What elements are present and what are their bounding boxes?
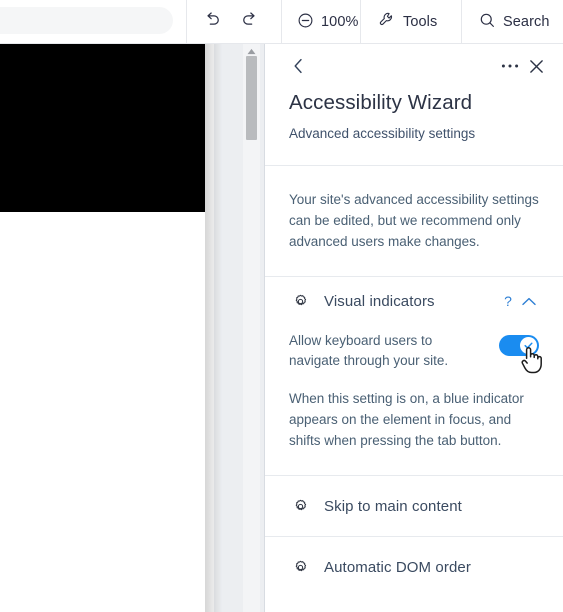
top-toolbar: 100% Tools Search <box>0 0 563 44</box>
section-header-automatic-dom-order[interactable]: Automatic DOM order <box>279 537 549 597</box>
zoom-out-button[interactable]: 100% <box>291 0 365 44</box>
omnibar-field[interactable] <box>0 7 173 34</box>
toggle-knob <box>520 337 537 354</box>
gear-icon <box>289 556 311 578</box>
tools-button[interactable]: Tools <box>372 0 443 44</box>
magnifier-icon <box>478 11 496 33</box>
section-title: Skip to main content <box>324 497 462 515</box>
panel-back-button[interactable] <box>287 55 309 77</box>
panel-title: Accessibility Wizard <box>289 91 473 114</box>
section-header-skip-to-main-content[interactable]: Skip to main content <box>279 476 549 536</box>
section-skip-to-main-content: Skip to main content <box>265 476 563 536</box>
chevron-up-icon[interactable] <box>517 289 541 313</box>
help-icon[interactable]: ? <box>499 293 517 309</box>
panel-close-button[interactable] <box>523 53 549 79</box>
zoom-control[interactable]: 100% <box>291 0 365 44</box>
redo-icon <box>240 10 260 34</box>
keyboard-navigation-label: Allow keyboard users to navigate through… <box>289 333 449 368</box>
keyboard-navigation-setting-row: Allow keyboard users to navigate through… <box>279 325 549 371</box>
gear-icon <box>289 290 311 312</box>
tools-control[interactable]: Tools <box>372 0 443 44</box>
keyboard-navigation-description: When this setting is on, a blue indicato… <box>289 391 524 448</box>
section-visual-indicators: Visual indicators ? Allow keyboard users… <box>265 277 563 475</box>
redo-button[interactable] <box>234 0 266 44</box>
section-title: Visual indicators <box>324 292 435 310</box>
search-button[interactable]: Search <box>472 0 556 44</box>
toolbar-divider-3 <box>360 0 361 44</box>
undo-icon <box>202 10 222 34</box>
toolbar-divider <box>186 0 187 44</box>
panel-subtitle: Advanced accessibility settings <box>289 126 476 141</box>
wrench-icon <box>378 11 396 33</box>
section-title: Automatic DOM order <box>324 558 471 576</box>
canvas-scrollbar[interactable] <box>243 44 260 612</box>
history-controls <box>196 0 266 44</box>
zoom-level-label: 100% <box>321 14 359 30</box>
undo-button[interactable] <box>196 0 228 44</box>
keyboard-navigation-toggle[interactable] <box>499 335 539 356</box>
scrollbar-thumb[interactable] <box>246 56 257 140</box>
search-label: Search <box>503 14 550 30</box>
search-control[interactable]: Search <box>472 0 556 44</box>
toolbar-divider-4 <box>461 0 462 44</box>
page-edge-shadow <box>205 44 233 612</box>
page-hero-block <box>0 44 205 212</box>
panel-more-button[interactable] <box>497 53 523 79</box>
zoom-out-icon <box>297 12 314 33</box>
tools-label: Tools <box>403 14 438 30</box>
panel-topbar <box>265 44 563 88</box>
panel-note: Your site's advanced accessibility setti… <box>289 192 539 249</box>
section-header-visual-indicators[interactable]: Visual indicators ? <box>279 277 549 325</box>
gear-icon <box>289 495 311 517</box>
toolbar-divider-2 <box>281 0 282 44</box>
accessibility-wizard-panel: Accessibility Wizard Advanced accessibil… <box>264 44 563 612</box>
section-automatic-dom-order: Automatic DOM order <box>265 537 563 597</box>
app-root: 100% Tools Search Accessibility Wizard A… <box>0 0 563 612</box>
editor-canvas <box>0 44 264 612</box>
